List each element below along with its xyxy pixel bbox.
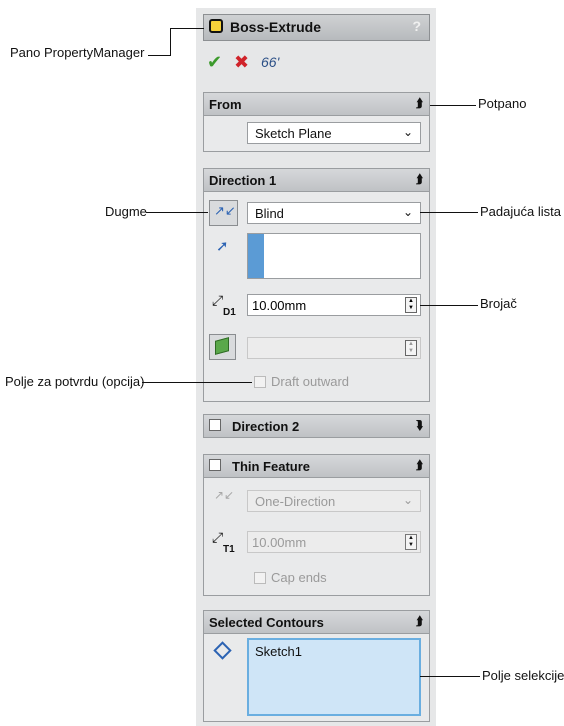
callout-line — [146, 212, 208, 213]
callout-line — [142, 382, 252, 383]
direction2-checkbox[interactable] — [209, 419, 221, 431]
reverse-direction-icon: ↗↙ — [214, 203, 236, 218]
direction2-group: Direction 2 ⮯ — [203, 414, 430, 438]
from-select-value: Sketch Plane — [255, 126, 332, 141]
collapse-icon[interactable]: ⮭ — [416, 614, 423, 629]
cap-ends-checkbox[interactable] — [254, 572, 266, 584]
cancel-icon[interactable]: ✖ — [234, 53, 249, 71]
preview-icon[interactable]: 66' — [261, 53, 279, 71]
direction2-title: Direction 2 — [232, 419, 300, 434]
thin-type-value: One-Direction — [255, 494, 336, 509]
contour-list-item[interactable]: Sketch1 — [255, 644, 302, 659]
expand-icon[interactable]: ⮯ — [416, 418, 423, 433]
spinner-arrows[interactable]: ▲ ▼ — [405, 340, 417, 356]
thickness-spinner[interactable]: 10.00mm ▲ ▼ — [247, 531, 421, 553]
help-icon[interactable]: ? — [412, 18, 421, 34]
thin-feature-title: Thin Feature — [232, 459, 311, 474]
depth-value: 10.00mm — [252, 298, 307, 313]
thin-feature-checkbox[interactable] — [209, 459, 221, 471]
callout-dropdown: Padajuća lista — [480, 204, 561, 219]
chevron-down-icon: ⌄ — [402, 493, 413, 507]
callout-button: Dugme — [105, 204, 147, 219]
page-title: Boss-Extrude — [230, 19, 322, 35]
boss-extrude-icon — [209, 19, 223, 33]
selection-color-swatch — [248, 234, 264, 278]
from-group-title: From — [209, 97, 242, 112]
reverse-direction-button[interactable]: ↗↙ — [209, 200, 238, 226]
collapse-icon[interactable]: ⮭ — [416, 172, 423, 187]
selected-contours-header[interactable]: Selected Contours ⮭ — [204, 611, 429, 634]
property-manager-titlebar: Boss-Extrude ? — [203, 14, 430, 41]
draft-angle-spinner[interactable]: ▲ ▼ — [247, 337, 421, 359]
end-condition-value: Blind — [255, 206, 284, 221]
direction1-header[interactable]: Direction 1 ⮭ — [204, 169, 429, 192]
callout-line — [170, 28, 204, 29]
thickness-icon-label: T1 — [223, 544, 235, 555]
ok-icon[interactable]: ✔ — [207, 53, 222, 71]
from-select[interactable]: Sketch Plane ⌄ — [247, 122, 421, 144]
thin-feature-header[interactable]: Thin Feature ⮭ — [204, 455, 429, 478]
callout-selection-box: Polje selekcije — [482, 668, 564, 683]
contour-icon — [213, 641, 232, 660]
callout-line — [148, 55, 170, 56]
thin-feature-group: Thin Feature ⮭ ↗↙ One-Direction ⌄ ⤢ T1 1… — [203, 454, 430, 596]
callout-subpanel: Potpano — [478, 96, 527, 111]
depth-spinner[interactable]: 10.00mm ▲ ▼ — [247, 294, 421, 316]
direction1-title: Direction 1 — [209, 173, 277, 188]
callout-line — [430, 105, 476, 106]
callout-line — [420, 305, 478, 306]
cap-ends-label: Cap ends — [271, 570, 327, 585]
thickness-icon: ⤢ — [212, 529, 224, 545]
spinner-arrows[interactable]: ▲ ▼ — [405, 297, 417, 313]
from-group-header[interactable]: From ⮭ — [204, 93, 429, 116]
draft-outward-checkbox[interactable] — [254, 376, 266, 388]
draft-toggle-button[interactable] — [209, 334, 236, 360]
contours-selection-box[interactable]: Sketch1 — [247, 638, 421, 716]
draft-outward-label: Draft outward — [271, 374, 350, 389]
direction2-header[interactable]: Direction 2 ⮯ — [204, 415, 429, 437]
callout-line — [420, 676, 480, 677]
direction1-group: Direction 1 ⮭ ↗↙ Blind ⌄ ➚ ⤢ D1 10.00mm … — [203, 168, 430, 402]
chevron-down-icon: ⌄ — [402, 125, 413, 139]
callout-line — [170, 28, 171, 56]
direction-arrow-icon: ➚ — [216, 238, 229, 255]
end-condition-select[interactable]: Blind ⌄ — [247, 202, 421, 224]
callout-line — [420, 212, 478, 213]
callout-spinner: Brojač — [480, 296, 517, 311]
from-group: From ⮭ Sketch Plane ⌄ — [203, 92, 430, 152]
depth-icon: ⤢ — [212, 292, 224, 308]
selected-contours-title: Selected Contours — [209, 615, 324, 630]
selected-contours-group: Selected Contours ⮭ Sketch1 — [203, 610, 430, 722]
collapse-icon[interactable]: ⮭ — [416, 96, 423, 111]
depth-icon-label: D1 — [223, 307, 236, 318]
thin-type-select[interactable]: One-Direction ⌄ — [247, 490, 421, 512]
collapse-icon[interactable]: ⮭ — [416, 458, 423, 473]
direction-selection-box[interactable] — [247, 233, 421, 279]
chevron-down-icon: ⌄ — [402, 205, 413, 219]
callout-property-manager: Pano PropertyManager — [10, 45, 145, 60]
callout-checkbox: Polje za potvrdu (opcija) — [5, 374, 145, 389]
draft-icon — [215, 337, 229, 355]
thickness-value: 10.00mm — [252, 535, 307, 550]
spinner-arrows[interactable]: ▲ ▼ — [405, 534, 417, 550]
reverse-direction-icon: ↗↙ — [214, 488, 235, 502]
